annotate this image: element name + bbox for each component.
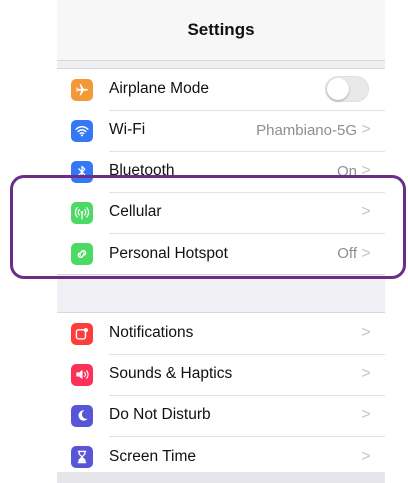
settings-row-label: Personal Hotspot <box>109 244 228 262</box>
settings-row-label: Sounds & Haptics <box>109 365 233 382</box>
settings-row-label: Airplane Mode <box>109 80 209 97</box>
wifi-icon <box>71 119 93 142</box>
settings-row-bluetooth[interactable]: Bluetooth On > <box>57 151 385 193</box>
settings-row-label: Do Not Disturb <box>109 406 211 423</box>
settings-row-do-not-disturb[interactable]: Do Not Disturb > <box>57 395 385 437</box>
settings-row-personal-hotspot[interactable]: Personal Hotspot Off > <box>57 233 385 274</box>
hotspot-icon <box>71 242 93 265</box>
settings-row-label: Bluetooth <box>109 162 175 179</box>
toggle-knob <box>327 78 349 100</box>
settings-row-label: Notifications <box>109 324 194 341</box>
chevron-right-icon: > <box>361 203 371 220</box>
cellular-icon <box>71 201 93 224</box>
settings-row-wifi[interactable]: Wi-Fi Phambiano-5G > <box>57 110 385 152</box>
bottom-divider <box>57 472 385 483</box>
chevron-right-icon: > <box>361 162 371 179</box>
settings-screen: Settings Airplane Mode Wi-Fi Phambiano-5… <box>57 0 385 483</box>
chevron-right-icon: > <box>361 324 371 341</box>
settings-row-screen-time[interactable]: Screen Time > <box>57 436 385 477</box>
navigation-bar: Settings <box>57 0 385 61</box>
chevron-right-icon: > <box>361 406 371 423</box>
chevron-right-icon: > <box>361 365 371 382</box>
settings-row-sounds-haptics[interactable]: Sounds & Haptics > <box>57 354 385 396</box>
page-title: Settings <box>187 20 255 39</box>
wifi-network-value: Phambiano-5G <box>256 121 357 139</box>
airplane-mode-toggle[interactable] <box>325 76 369 102</box>
settings-row-label: Wi-Fi <box>109 121 146 138</box>
hourglass-icon <box>71 445 93 468</box>
moon-icon <box>71 404 93 427</box>
notifications-icon <box>71 322 93 345</box>
chevron-right-icon: > <box>361 244 371 262</box>
settings-row-label: Screen Time <box>109 447 197 465</box>
airplane-icon <box>71 78 93 101</box>
notifications-group: Notifications > Sounds & Haptics > Do No… <box>57 312 385 478</box>
connectivity-group: Airplane Mode Wi-Fi Phambiano-5G > Bluet… <box>57 68 385 275</box>
settings-row-cellular[interactable]: Cellular > <box>57 192 385 234</box>
chevron-right-icon: > <box>361 447 371 465</box>
settings-row-airplane-mode[interactable]: Airplane Mode <box>57 69 385 111</box>
bluetooth-icon <box>71 160 93 183</box>
bluetooth-status-value: On <box>336 162 357 180</box>
settings-row-label: Cellular <box>109 203 162 220</box>
chevron-right-icon: > <box>361 121 371 138</box>
hotspot-status-value: Off <box>337 245 357 262</box>
sounds-icon <box>71 363 93 386</box>
settings-row-notifications[interactable]: Notifications > <box>57 313 385 355</box>
